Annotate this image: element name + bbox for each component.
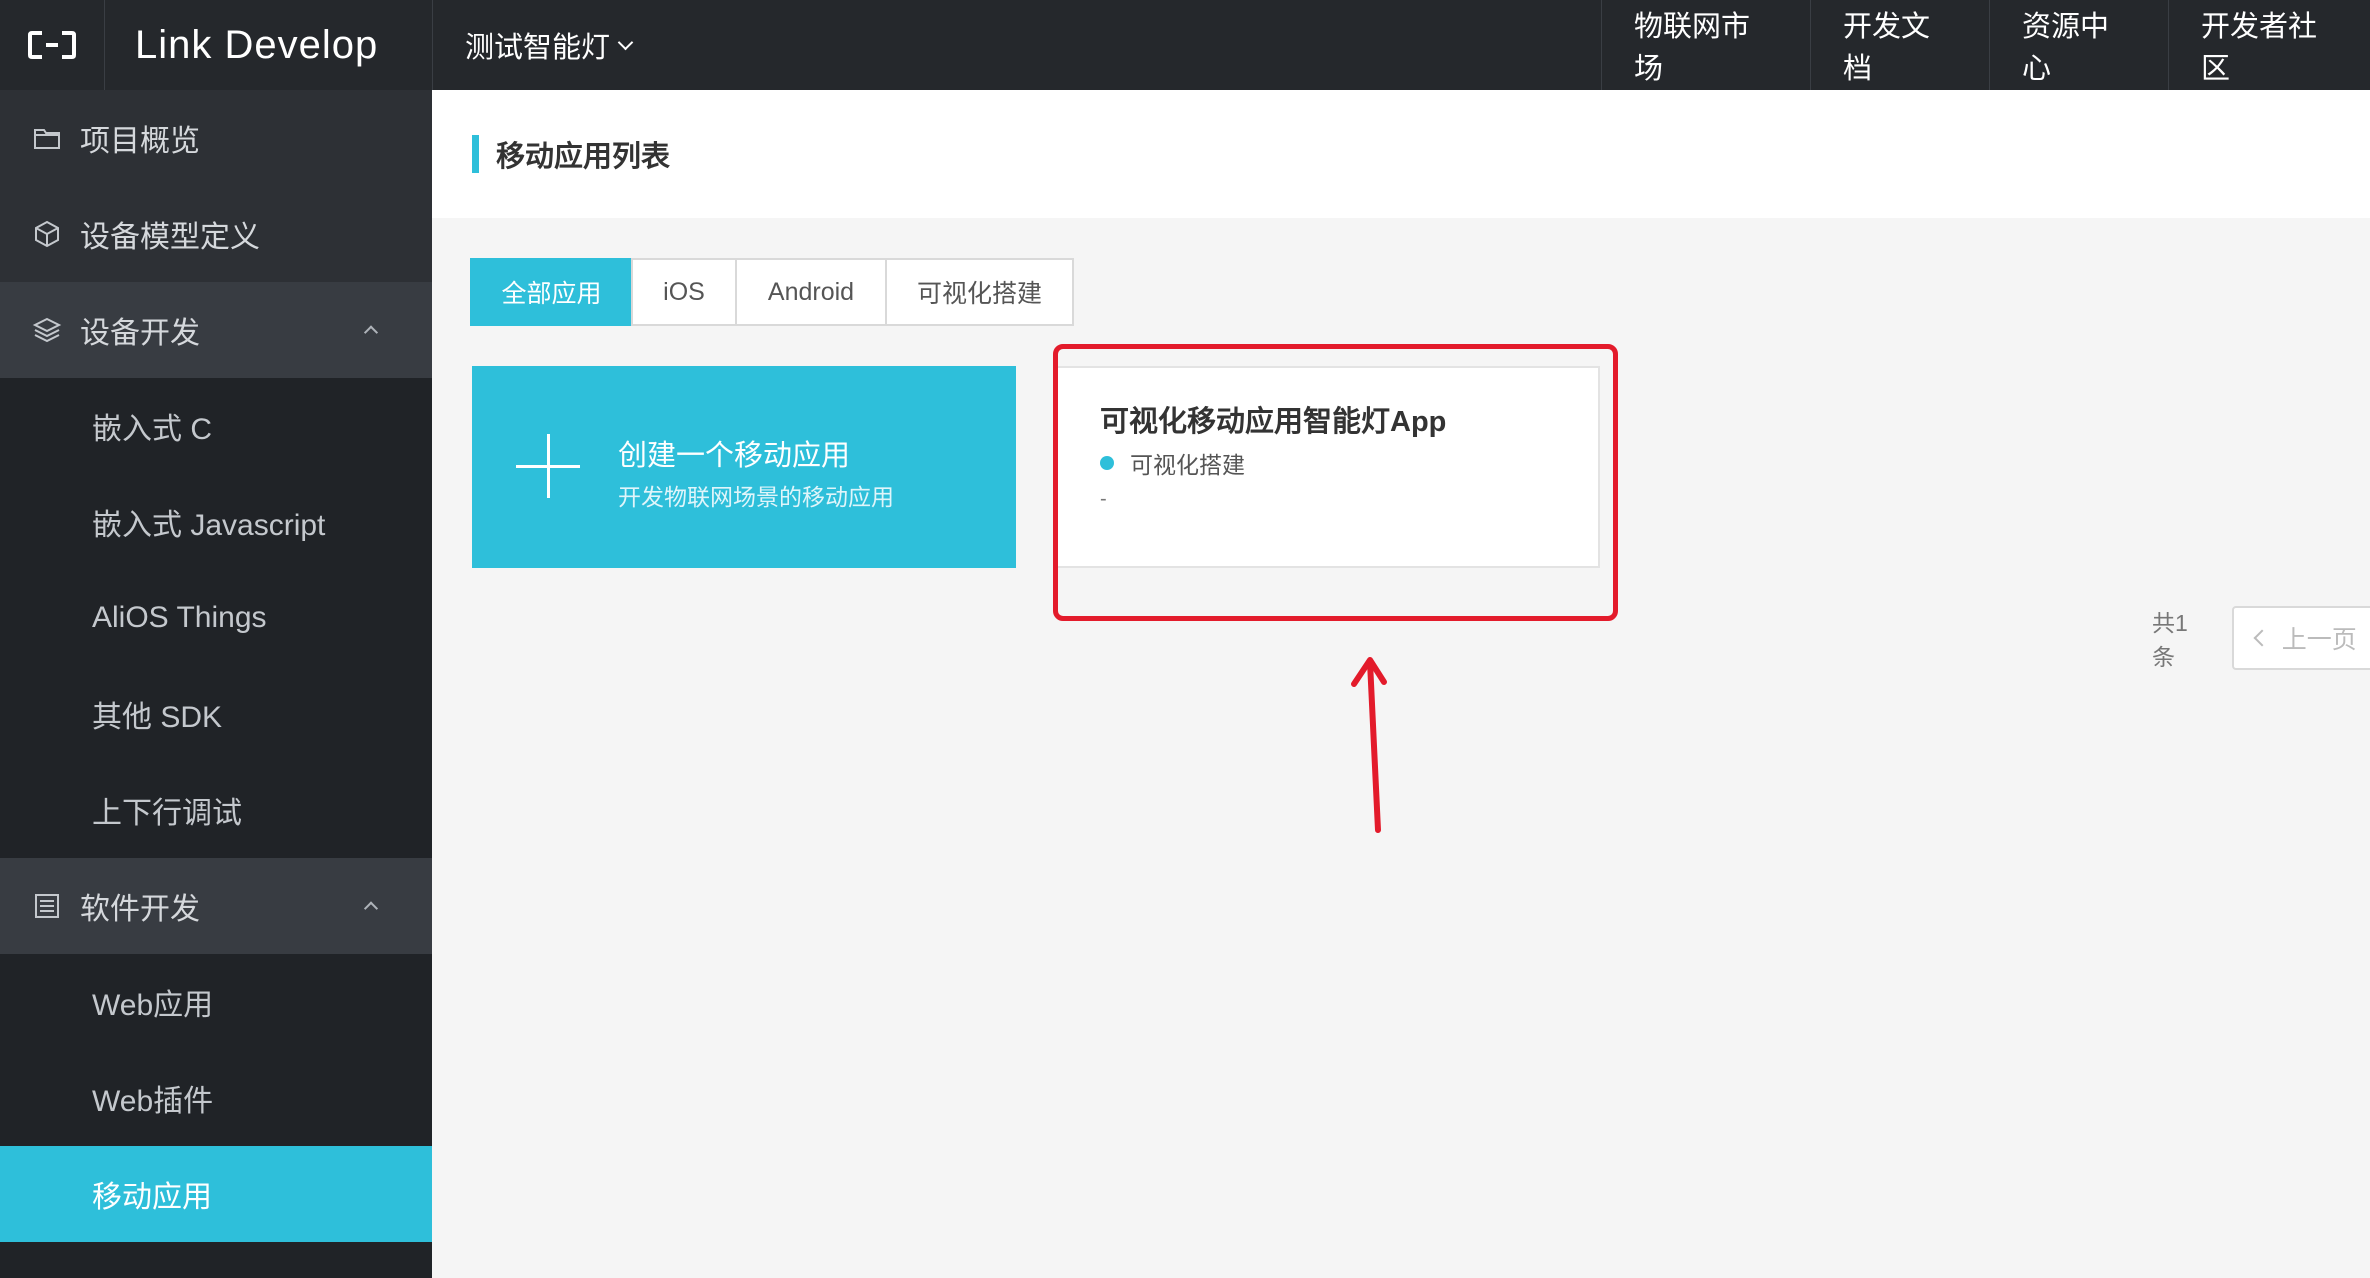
chevron-up-icon: [363, 901, 379, 916]
page-title: 移动应用列表: [496, 141, 671, 173]
sidebar-item-label: 项目概览: [80, 125, 200, 158]
top-bar: Link Develop 测试智能灯 物联网市场 开发文档 资源中心 开发者社区: [0, 0, 2370, 90]
chevron-down-icon: [617, 34, 634, 50]
app-description: -: [1100, 488, 1107, 510]
cube-icon: [35, 220, 59, 248]
tab-ios[interactable]: iOS: [631, 258, 737, 326]
alibaba-cloud-logo-icon: [28, 31, 76, 59]
sidebar-item-embedded-js[interactable]: 嵌入式 Javascript: [0, 474, 432, 570]
project-name: 测试智能灯: [465, 32, 611, 64]
sidebar-item-debug[interactable]: 上下行调试: [0, 762, 432, 858]
layers-icon: [32, 317, 62, 343]
sidebar-item-more[interactable]: [0, 1242, 432, 1278]
list-icon: [35, 894, 59, 918]
status-dot-icon: [1100, 456, 1114, 470]
logo[interactable]: [0, 0, 105, 90]
sidebar-item-alios-things[interactable]: AliOS Things: [0, 570, 432, 666]
sidebar-item-device-dev[interactable]: 设备开发: [0, 282, 432, 378]
main-content: 移动应用列表 全部应用 iOS Android 可视化搭建 创建一个移动应用 开…: [432, 90, 2370, 1278]
app-name: 可视化移动应用智能灯App: [1100, 406, 1447, 438]
pagination: 共1条 上一页: [2152, 606, 2370, 670]
create-app-card[interactable]: 创建一个移动应用 开发物联网场景的移动应用: [472, 366, 1016, 568]
filter-tabs: 全部应用 iOS Android 可视化搭建: [470, 258, 1074, 326]
nav-community[interactable]: 开发者社区: [2168, 0, 2370, 90]
brand-name[interactable]: Link Develop: [105, 0, 433, 90]
nav-docs[interactable]: 开发文档: [1810, 0, 1989, 90]
app-type-label: 可视化搭建: [1130, 452, 1245, 478]
app-card[interactable]: 可视化移动应用智能灯App 可视化搭建 -: [1056, 366, 1600, 568]
project-selector[interactable]: 测试智能灯: [433, 0, 634, 90]
plus-icon: [516, 434, 580, 498]
sidebar-item-label: 设备开发: [80, 317, 200, 350]
sidebar-item-label: 软件开发: [80, 893, 200, 926]
sidebar-item-overview[interactable]: 项目概览: [0, 90, 432, 186]
chevron-up-icon: [363, 325, 379, 340]
sidebar-item-web-app[interactable]: Web应用: [0, 954, 432, 1050]
create-card-title: 创建一个移动应用: [618, 440, 851, 472]
tab-android[interactable]: Android: [735, 258, 887, 326]
top-nav: 物联网市场 开发文档 资源中心 开发者社区: [1601, 0, 2370, 90]
tab-all[interactable]: 全部应用: [470, 258, 633, 326]
title-accent-bar: [472, 135, 479, 173]
prev-page-label: 上一页: [2281, 626, 2357, 654]
sidebar-item-embedded-c[interactable]: 嵌入式 C: [0, 378, 432, 474]
sidebar-item-web-plugin[interactable]: Web插件: [0, 1050, 432, 1146]
sidebar-item-mobile-app[interactable]: 移动应用: [0, 1146, 432, 1242]
prev-page-button[interactable]: 上一页: [2231, 606, 2370, 670]
sidebar-item-label: 设备模型定义: [80, 221, 260, 254]
folder-icon: [34, 129, 60, 149]
tab-visual-builder[interactable]: 可视化搭建: [885, 258, 1074, 326]
sidebar-item-other-sdk[interactable]: 其他 SDK: [0, 666, 432, 762]
sidebar: 项目概览 设备模型定义 设备开发 嵌入式 C 嵌入式 Javascript Al…: [0, 90, 432, 1278]
nav-iot-market[interactable]: 物联网市场: [1601, 0, 1810, 90]
chevron-left-icon: [2253, 629, 2271, 647]
sidebar-item-device-model[interactable]: 设备模型定义: [0, 186, 432, 282]
nav-resources[interactable]: 资源中心: [1989, 0, 2168, 90]
create-card-subtitle: 开发物联网场景的移动应用: [618, 484, 894, 510]
page-header: 移动应用列表: [432, 90, 2370, 218]
sidebar-item-software-dev[interactable]: 软件开发: [0, 858, 432, 954]
app-type: 可视化搭建: [1100, 446, 1245, 480]
pagination-total: 共1条: [2152, 610, 2188, 670]
